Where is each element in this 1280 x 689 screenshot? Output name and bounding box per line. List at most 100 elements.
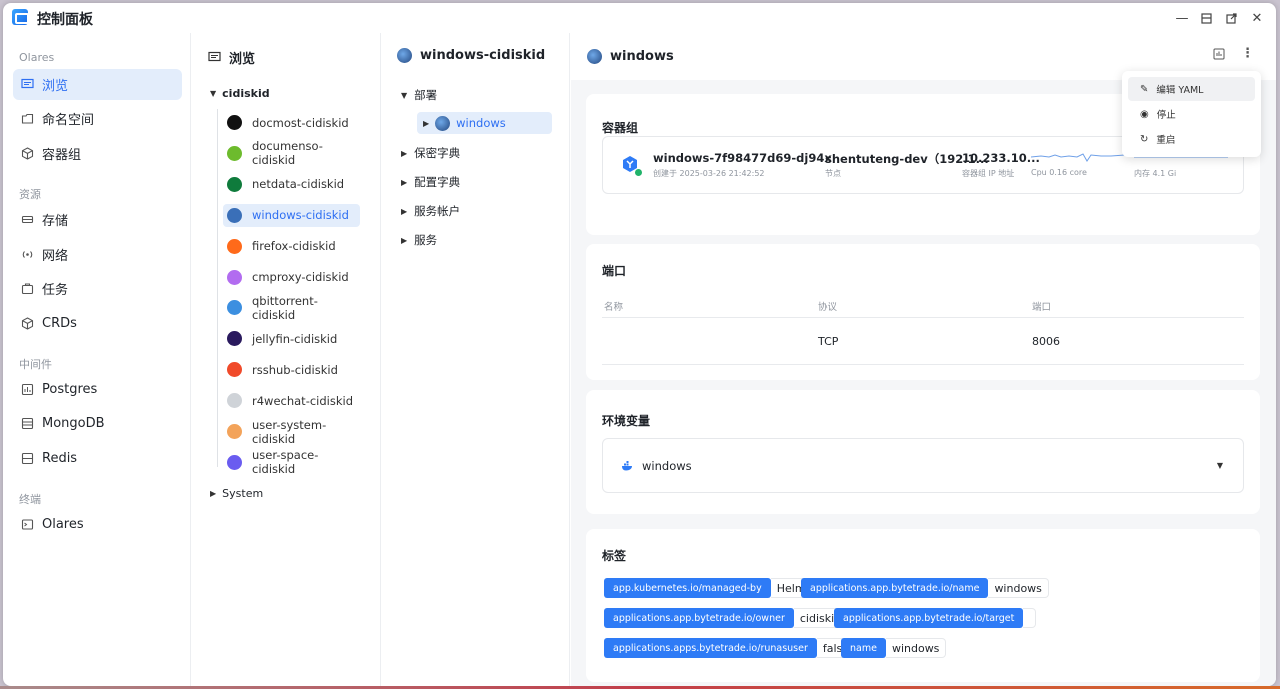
restart-icon: ↻ xyxy=(1140,133,1149,145)
namespace-item[interactable]: docmost-cidiskid xyxy=(223,111,360,134)
sidebar-item-label: CRDs xyxy=(42,316,77,331)
pod-cpu-label: Cpu 0.16 core xyxy=(1031,168,1087,177)
label-tag: applications.app.bytetrade.io/target xyxy=(834,608,1037,628)
database-icon xyxy=(20,417,34,431)
sidebar-group-resources: 资源 xyxy=(19,188,41,201)
menu-item-label: 编辑 YAML xyxy=(1156,85,1204,96)
caret-down-icon: ▼ xyxy=(401,90,408,100)
sidebar-item-redis[interactable]: Redis xyxy=(13,443,182,474)
sidebar-item-tasks[interactable]: 任务 xyxy=(13,273,182,304)
sidebar-item-label: 任务 xyxy=(42,283,69,298)
labels-card: 标签 app.kubernetes.io/managed-by Helm appl… xyxy=(586,529,1260,682)
browse-icon xyxy=(20,78,34,92)
sidebar: Olares 浏览 命名空间 容器组 资源 存储 网络 任务 CRDs 中间件 … xyxy=(3,33,191,686)
control-panel-app-icon xyxy=(12,9,29,25)
namespace-item[interactable]: qbittorrent-cidiskid xyxy=(223,294,360,322)
namespace-label: netdata-cidiskid xyxy=(252,177,345,192)
tree-root-cidiskid[interactable]: ▼ cidiskid xyxy=(210,87,270,100)
namespace-app-icon xyxy=(227,454,242,470)
namespace-item[interactable]: firefox-cidiskid xyxy=(223,235,360,258)
open-external-icon[interactable] xyxy=(1222,9,1240,27)
sidebar-item-network[interactable]: 网络 xyxy=(13,239,182,270)
namespace-app-icon xyxy=(227,238,242,254)
pods-title: 容器组 xyxy=(602,121,639,135)
sidebar-item-olares-terminal[interactable]: Olares xyxy=(13,509,182,540)
namespace-label: windows-cidiskid xyxy=(252,208,349,223)
resource-label: 配置字典 xyxy=(414,175,461,189)
stop-icon: ◉ xyxy=(1140,108,1149,120)
label-key: app.kubernetes.io/managed-by xyxy=(604,578,771,598)
pod-created: 创建于 2025-03-26 21:42:52 xyxy=(653,169,765,178)
resource-services[interactable]: ▶ 服务 xyxy=(401,232,437,248)
label-tag: app.kubernetes.io/managed-by Helm xyxy=(604,578,813,598)
windows-app-icon xyxy=(397,48,412,63)
menu-item-restart[interactable]: ↻ 重启 xyxy=(1128,127,1255,151)
namespace-item[interactable]: user-system-cidiskid xyxy=(223,418,360,446)
namespace-label: cmproxy-cidiskid xyxy=(252,270,349,284)
ports-title: 端口 xyxy=(602,264,627,278)
namespace-item[interactable]: documenso-cidiskid xyxy=(223,139,360,167)
sidebar-group-olares: Olares xyxy=(19,51,55,64)
sidebar-item-label: Olares xyxy=(42,517,84,532)
monitor-chart-icon[interactable] xyxy=(1213,48,1229,64)
namespace-item[interactable]: netdata-cidiskid xyxy=(223,173,360,196)
namespace-item[interactable]: cmproxy-cidiskid xyxy=(223,266,360,289)
sidebar-item-namespace[interactable]: 命名空间 xyxy=(13,103,182,134)
resource-service-accounts[interactable]: ▶ 服务帐户 xyxy=(401,203,460,219)
sidebar-item-postgres[interactable]: Postgres xyxy=(13,374,182,405)
namespace-label: firefox-cidiskid xyxy=(252,239,336,254)
namespace-header: windows-cidiskid xyxy=(397,48,545,63)
env-container-name: windows xyxy=(642,458,692,473)
sidebar-item-crds[interactable]: CRDs xyxy=(13,308,182,339)
sidebar-item-mongodb[interactable]: MongoDB xyxy=(13,408,182,439)
label-tag: name windows xyxy=(841,638,947,658)
port-row-protocol: TCP xyxy=(818,335,839,348)
ports-header-port: 端口 xyxy=(1032,302,1052,313)
tree-root-label: cidiskid xyxy=(222,87,270,100)
resource-deploy[interactable]: ▼ 部署 xyxy=(401,87,437,103)
sidebar-item-storage[interactable]: 存储 xyxy=(13,204,182,235)
env-title: 环境变量 xyxy=(602,414,651,428)
tree-root-system[interactable]: ▶ System xyxy=(210,487,263,500)
namespace-app-icon xyxy=(227,207,242,223)
cube-icon xyxy=(20,317,34,331)
namespace-app-icon xyxy=(227,362,242,378)
menu-item-edit-yaml[interactable]: ✎ 编辑 YAML xyxy=(1128,77,1255,101)
namespace-label: rsshub-cidiskid xyxy=(252,362,338,377)
storage-icon xyxy=(20,213,34,227)
more-vertical-icon[interactable]: ⋮ xyxy=(1241,46,1254,61)
resource-secrets[interactable]: ▶ 保密字典 xyxy=(401,145,460,161)
label-key: applications.app.bytetrade.io/owner xyxy=(604,608,794,628)
minimize-icon[interactable]: — xyxy=(1173,9,1191,27)
pod-ip: 10.233.10... xyxy=(962,151,1040,165)
namespace-item[interactable]: jellyfin-cidiskid xyxy=(223,327,360,350)
restore-icon[interactable] xyxy=(1197,9,1215,27)
namespace-app-icon xyxy=(227,424,242,439)
terminal-icon xyxy=(20,518,34,532)
resource-label: 服务 xyxy=(414,233,438,247)
sidebar-item-label: 容器组 xyxy=(42,148,82,163)
close-icon[interactable]: ✕ xyxy=(1248,9,1266,27)
deployment-item-windows[interactable]: ▶ windows xyxy=(417,112,552,134)
namespace-item[interactable]: r4wechat-cidiskid xyxy=(223,389,360,412)
env-container-expander[interactable]: windows ▼ xyxy=(602,438,1244,493)
menu-item-stop[interactable]: ◉ 停止 xyxy=(1128,102,1255,126)
ports-header-protocol: 协议 xyxy=(818,302,838,313)
sidebar-item-pods[interactable]: 容器组 xyxy=(13,138,182,169)
caret-right-icon: ▶ xyxy=(423,118,430,128)
browse-panel: 浏览 ▼ cidiskid docmost-cidiskid documenso-… xyxy=(192,33,381,686)
sidebar-item-label: 命名空间 xyxy=(42,113,95,128)
caret-down-icon: ▼ xyxy=(210,89,217,98)
sidebar-item-browse[interactable]: 浏览 xyxy=(13,69,182,100)
actions-menu: ✎ 编辑 YAML ◉ 停止 ↻ 重启 xyxy=(1122,71,1261,157)
control-panel-window: 控制面板 — ✕ Olares 浏览 命名空间 容器组 资源 存储 网络 任务 … xyxy=(3,3,1276,686)
sidebar-group-terminal: 终端 xyxy=(19,493,41,506)
namespace-item[interactable]: user-space-cidiskid xyxy=(223,448,360,476)
namespace-item[interactable]: rsshub-cidiskid xyxy=(223,358,360,381)
label-key: applications.app.bytetrade.io/name xyxy=(801,578,989,598)
env-card: 环境变量 windows ▼ xyxy=(586,390,1260,514)
resource-configmaps[interactable]: ▶ 配置字典 xyxy=(401,174,460,190)
namespace-item[interactable]: windows-cidiskid xyxy=(223,203,360,227)
table-divider xyxy=(602,317,1244,318)
detail-title: windows xyxy=(610,49,674,64)
